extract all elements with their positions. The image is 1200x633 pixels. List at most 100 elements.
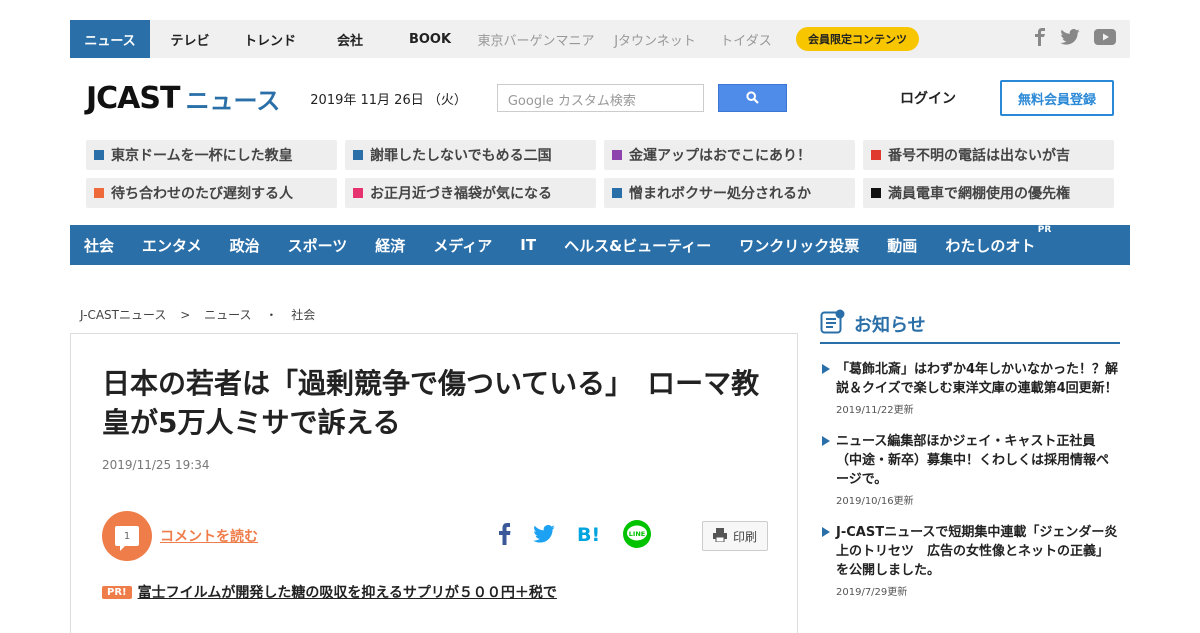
topnav-trend[interactable]: トレンド	[230, 20, 310, 58]
notices-title: お知らせ	[854, 315, 926, 336]
site-logo[interactable]: JCAST ニュース	[86, 81, 280, 116]
notice-date: 2019/11/22更新	[836, 405, 914, 416]
pr-tag: PR	[1037, 224, 1052, 235]
trend-marker	[612, 188, 622, 198]
cat-society[interactable]: 社会	[84, 235, 114, 256]
print-button[interactable]: 印刷	[702, 521, 768, 551]
trend-item[interactable]: 謝罪したしないでもめる二国	[345, 140, 596, 170]
topnav-tv[interactable]: テレビ	[150, 20, 230, 58]
topnav-book[interactable]: BOOK	[390, 20, 470, 58]
trend-item[interactable]: 金運アップはおでこにあり！	[604, 140, 855, 170]
cat-media[interactable]: メディア	[433, 235, 492, 256]
trend-marker	[612, 150, 622, 160]
trend-marker	[353, 150, 363, 160]
svg-text:B!: B!	[577, 524, 600, 544]
notice-item[interactable]: 「葛飾北斎」はわずか4年しかいなかった！？解説＆クイズで楽しむ東洋文庫の連載第4…	[820, 360, 1120, 416]
sidebar-notices: お知らせ 「葛飾北斎」はわずか4年しかいなかった！？解説＆クイズで楽しむ東洋文庫…	[820, 306, 1120, 598]
cat-watashi-label: わたしのオト	[945, 236, 1036, 255]
trend-item[interactable]: 満員電車で網棚使用の優先権	[863, 178, 1114, 208]
notice-date: 2019/7/29更新	[836, 587, 908, 598]
youtube-icon[interactable]	[1094, 29, 1116, 49]
search-icon	[746, 89, 759, 108]
trend-label: 待ち合わせのたび遅刻する人	[111, 186, 293, 202]
facebook-share-icon[interactable]	[499, 523, 511, 549]
notice-item[interactable]: ニュース編集部ほかジェイ・キャスト正社員（中途・新卒）募集中！くわしくは採用情報…	[820, 432, 1120, 507]
notice-date: 2019/10/16更新	[836, 496, 914, 507]
notices-header: お知らせ	[820, 306, 1120, 344]
topnav-company[interactable]: 会社	[310, 20, 390, 58]
trend-marker	[94, 150, 104, 160]
notice-text: ニュース編集部ほかジェイ・キャスト正社員（中途・新卒）募集中！くわしくは採用情報…	[836, 434, 1110, 487]
twitter-share-icon[interactable]	[533, 524, 555, 547]
cat-sports[interactable]: スポーツ	[288, 235, 348, 256]
breadcrumb-society[interactable]: 社会	[291, 308, 315, 322]
top-nav: ニュース テレビ トレンド 会社 BOOK 東京バーゲンマニア Jタウンネット …	[70, 20, 1130, 58]
trend-item[interactable]: お正月近づき福袋が気になる	[345, 178, 596, 208]
notice-item[interactable]: J-CASTニュースで短期集中連載「ジェンダー炎上のトリセツ 広告の女性像とネッ…	[820, 523, 1120, 598]
trend-label: 憎まれボクサー処分されるか	[629, 186, 811, 202]
cat-economy[interactable]: 経済	[375, 235, 405, 256]
article-title: 日本の若者は「過剰競争で傷ついている」 ローマ教皇が5万人ミサで訴える	[102, 367, 760, 439]
trend-item[interactable]: 番号不明の電話は出ないが吉	[863, 140, 1114, 170]
topnav-toidas[interactable]: トイダス	[708, 20, 784, 58]
social-links	[1034, 28, 1130, 50]
breadcrumb: J-CASTニュース > ニュース ・ 社会	[80, 306, 325, 323]
trend-label: お正月近づき福袋が気になる	[370, 186, 552, 202]
breadcrumb-home[interactable]: J-CASTニュース	[80, 308, 166, 322]
share-buttons: B! LINE	[499, 520, 651, 552]
trend-item[interactable]: 東京ドームを一杯にした教皇	[86, 140, 337, 170]
logo-jcast: JCAST	[86, 80, 180, 116]
current-date: 2019年 11月 26日 （火）	[310, 92, 467, 108]
site-header: JCAST ニュース 2019年 11月 26日 （火） Google カスタム…	[70, 68, 1130, 128]
notice-icon	[820, 309, 846, 339]
comment-button[interactable]: 1	[102, 511, 152, 561]
sponsored-link: PR! 富士フイルムが開発した糖の吸収を抑えるサプリが５００円＋税で	[102, 582, 557, 602]
category-nav: 社会 エンタメ 政治 スポーツ 経済 メディア IT ヘルス&ビューティー ワン…	[70, 225, 1130, 265]
trend-label: 謝罪したしないでもめる二国	[370, 148, 552, 164]
pr-badge: PR!	[102, 585, 132, 599]
article-date: 2019/11/25 19:34	[102, 458, 210, 472]
hatena-bookmark-icon[interactable]: B!	[577, 524, 601, 548]
trend-label: 満員電車で網棚使用の優先権	[888, 186, 1070, 202]
cat-watashi-no-oto[interactable]: わたしのオト PR	[945, 225, 1051, 256]
logo-news: ニュース	[185, 86, 281, 115]
breadcrumb-separator: ・	[265, 308, 278, 322]
login-link[interactable]: ログイン	[900, 88, 956, 108]
search-input[interactable]: Google カスタム検索	[496, 84, 704, 112]
breadcrumb-separator: >	[180, 308, 191, 322]
print-label: 印刷	[732, 529, 757, 544]
cat-health-beauty[interactable]: ヘルス&ビューティー	[564, 235, 711, 256]
topnav-news[interactable]: ニュース	[70, 20, 150, 58]
facebook-icon[interactable]	[1034, 28, 1046, 50]
notice-text: 「葛飾北斎」はわずか4年しかいなかった！？解説＆クイズで楽しむ東洋文庫の連載第4…	[836, 362, 1119, 396]
trend-marker	[94, 188, 104, 198]
cat-it[interactable]: IT	[520, 236, 536, 254]
trend-marker	[871, 188, 881, 198]
search-button[interactable]	[717, 84, 787, 112]
trend-label: 番号不明の電話は出ないが吉	[888, 148, 1070, 164]
twitter-icon[interactable]	[1060, 28, 1080, 49]
trend-label: 金運アップはおでこにあり！	[629, 148, 811, 164]
cat-entertainment[interactable]: エンタメ	[142, 235, 202, 256]
trend-item[interactable]: 憎まれボクサー処分されるか	[604, 178, 855, 208]
breadcrumb-news[interactable]: ニュース	[204, 308, 251, 322]
printer-icon	[712, 527, 727, 545]
trend-marker	[353, 188, 363, 198]
topnav-bargain[interactable]: 東京バーゲンマニア	[470, 20, 602, 58]
register-button[interactable]: 無料会員登録	[1000, 80, 1114, 116]
trend-item[interactable]: 待ち合わせのたび遅刻する人	[86, 178, 337, 208]
pr-ad-link[interactable]: 富士フイルムが開発した糖の吸収を抑えるサプリが５００円＋税で	[138, 582, 557, 602]
trend-marker	[871, 150, 881, 160]
topnav-jtown[interactable]: Jタウンネット	[602, 20, 708, 58]
cat-one-click-vote[interactable]: ワンクリック投票	[739, 235, 859, 256]
trend-label: 東京ドームを一杯にした教皇	[111, 148, 293, 164]
cat-video[interactable]: 動画	[887, 235, 917, 256]
member-content-button[interactable]: 会員限定コンテンツ	[796, 27, 919, 51]
line-share-icon[interactable]: LINE	[623, 520, 651, 552]
read-comments-link[interactable]: コメントを読む	[160, 526, 258, 546]
trending-topics: 東京ドームを一杯にした教皇 謝罪したしないでもめる二国 金運アップはおでこにあり…	[86, 140, 1114, 208]
article-card: 日本の若者は「過剰競争で傷ついている」 ローマ教皇が5万人ミサで訴える 2019…	[70, 333, 798, 633]
comment-count: 1	[115, 526, 139, 551]
cat-politics[interactable]: 政治	[230, 235, 260, 256]
svg-text:LINE: LINE	[629, 530, 645, 538]
